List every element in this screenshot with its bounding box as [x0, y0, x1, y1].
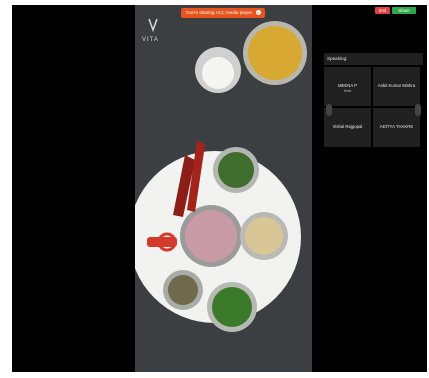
previous-page-icon[interactable] — [326, 104, 332, 116]
participant-tile[interactable]: ADITYA THAKRE — [373, 108, 420, 147]
participant-tile[interactable]: MEENA P Host — [324, 67, 371, 106]
vita-logo: VITA — [142, 37, 159, 43]
close-icon[interactable]: × — [255, 10, 261, 16]
participant-tile[interactable]: Ankit Kumar Mishra — [373, 67, 420, 106]
sharing-banner[interactable]: You're sharing VLC media player × — [181, 8, 265, 18]
vita-logo-mark-icon — [148, 18, 158, 33]
food-plate-image — [135, 5, 312, 372]
sharing-banner-text: You're sharing VLC media player — [185, 10, 253, 15]
participant-name: Ankit Kumar Mishra — [377, 83, 416, 88]
next-page-icon[interactable] — [415, 104, 421, 116]
participant-name: ADITYA THAKRE — [379, 124, 414, 129]
participant-name: Vishal Rajgopal — [332, 124, 363, 129]
participant-name: MEENA P — [337, 83, 358, 88]
share-button[interactable]: Share — [392, 7, 416, 14]
participant-role: Host — [343, 89, 352, 93]
app-window: VITA You're sharing VLC media player × E… — [12, 5, 427, 372]
speaking-indicator: Speaking: — [324, 53, 423, 65]
end-button[interactable]: End — [375, 7, 390, 14]
shared-video — [135, 5, 312, 372]
